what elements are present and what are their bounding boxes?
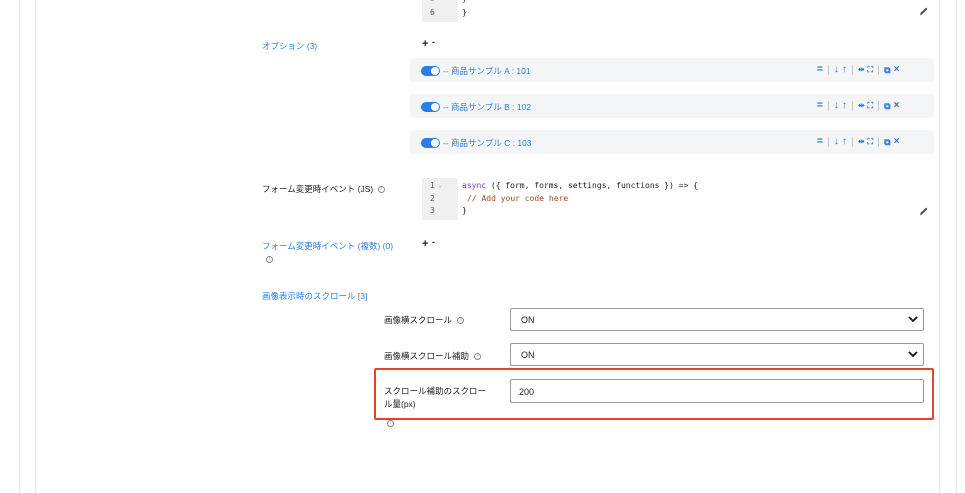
option-row[interactable]: -- 商品サンプル A : 101 = ↓ ↑ ⇹ ⛶ ⧉ × [410,58,934,82]
close-icon[interactable]: × [894,100,900,112]
horizontal-scroll-select[interactable]: ON [510,308,924,331]
info-icon[interactable]: i [387,420,394,427]
code-line: } [462,206,467,215]
add-button[interactable]: + [422,238,428,250]
option-row[interactable]: -- 商品サンプル C : 103 = ↓ ↑ ⇹ ⛶ ⧉ × [410,130,934,154]
scroll-amount-input[interactable]: 200 [510,379,924,403]
option-toggle[interactable] [421,138,440,148]
scroll-amount-label-line2: ル量(px) [384,399,416,409]
info-icon[interactable]: i [457,317,465,325]
pencil-icon[interactable] [919,206,929,216]
code-keyword: async [462,181,487,190]
scroll-assist-label: 画像横スクロール補助 [384,351,470,361]
divider [851,101,853,111]
option-row[interactable]: -- 商品サンプル B : 102 = ↓ ↑ ⇹ ⛶ ⧉ × [410,94,934,118]
arrow-down-icon[interactable]: ↓ [834,100,839,112]
add-button[interactable]: + [422,38,428,50]
form-change-event-label: フォーム変更時イベント (JS) [262,184,374,194]
divider [851,65,853,75]
option-label[interactable]: -- 商品サンプル C : 103 [443,137,532,149]
select-value: ON [521,350,535,360]
input-value: 200 [519,387,535,397]
info-icon[interactable]: i [377,186,385,194]
line-gutter: 1 ⌄ 2 3 [422,178,458,220]
scroll-assist-select[interactable]: ON [510,343,924,366]
outer-border-right [956,0,957,493]
menu-icon[interactable]: = [817,64,823,76]
form-change-event-label-row: フォーム変更時イベント (JS) i [262,183,385,195]
options-label[interactable]: オプション (3) [262,40,317,52]
scroll-assist-label-row: 画像横スクロール補助 i [384,350,482,362]
menu-icon[interactable]: = [817,100,823,112]
line-gutter: 5 6 [422,0,458,22]
divider [827,65,829,75]
close-icon[interactable]: × [894,64,900,76]
remove-button[interactable]: - [432,237,435,247]
divider [878,101,880,111]
info-icon[interactable]: i [266,256,273,263]
info-icon[interactable]: i [474,353,482,361]
arrow-up-icon[interactable]: ↑ [842,136,847,148]
code-comment: // Add your code here [467,194,569,203]
divider [827,137,829,147]
form-change-event-editor[interactable]: 1 ⌄ 2 3 async ({ form, forms, settings, … [422,178,926,220]
select-value: ON [521,315,535,325]
copy-icon[interactable]: ⧉ [884,136,890,148]
line-number: 5 [430,0,435,3]
outer-border-left [19,0,20,493]
code-editor-top[interactable]: 5 6 } } [422,0,926,22]
divider [851,137,853,147]
option-toggle[interactable] [421,66,440,76]
code-line: } [462,0,467,3]
code-signature: ({ form, forms, settings, functions }) =… [486,181,699,190]
horizontal-scroll-label-row: 画像横スクロール i [384,314,465,326]
expand-icon[interactable]: ⛶ [868,136,874,148]
option-toolbar: = ↓ ↑ ⇹ ⛶ ⧉ × [817,135,899,149]
option-label[interactable]: -- 商品サンプル B : 102 [443,101,531,113]
option-toolbar: = ↓ ↑ ⇹ ⛶ ⧉ × [817,63,899,77]
expand-icon[interactable]: ⛶ [868,64,874,76]
arrow-down-icon[interactable]: ↓ [834,136,839,148]
chevron-down-icon [908,351,918,358]
close-icon[interactable]: × [894,136,900,148]
arrow-down-icon[interactable]: ↓ [834,64,839,76]
arrow-up-icon[interactable]: ↑ [842,64,847,76]
divider [878,65,880,75]
option-toolbar: = ↓ ↑ ⇹ ⛶ ⧉ × [817,99,899,113]
image-scroll-section-label[interactable]: 画像表示時のスクロール [3] [262,290,367,302]
move-icon[interactable]: ⇹ [858,100,865,112]
option-label[interactable]: -- 商品サンプル A : 101 [443,65,531,77]
form-change-event-multi-label[interactable]: フォーム変更時イベント (複数) (0) [262,240,393,252]
scroll-amount-label-line1: スクロール補助のスクロー [384,386,487,396]
horizontal-scroll-label: 画像横スクロール [384,315,453,325]
move-icon[interactable]: ⇹ [858,136,865,148]
pencil-icon[interactable] [919,6,929,16]
line-number: 1 [430,181,435,190]
remove-button[interactable]: - [432,37,435,47]
line-number: 6 [430,8,435,17]
menu-icon[interactable]: = [817,136,823,148]
option-toggle[interactable] [421,102,440,112]
expand-icon[interactable]: ⛶ [868,100,874,112]
divider [827,101,829,111]
fold-chevron-icon[interactable]: ⌄ [438,181,442,189]
copy-icon[interactable]: ⧉ [884,100,890,112]
chevron-down-icon [908,316,918,323]
scroll-amount-label-block: スクロール補助のスクロー ル量(px) [384,385,486,411]
move-icon[interactable]: ⇹ [858,64,865,76]
arrow-up-icon[interactable]: ↑ [842,100,847,112]
code-line: } [462,8,467,17]
divider [878,137,880,147]
line-number: 3 [430,206,435,215]
code-line: async ({ form, forms, settings, function… [462,181,698,190]
copy-icon[interactable]: ⧉ [884,64,890,76]
line-number: 2 [430,194,435,203]
